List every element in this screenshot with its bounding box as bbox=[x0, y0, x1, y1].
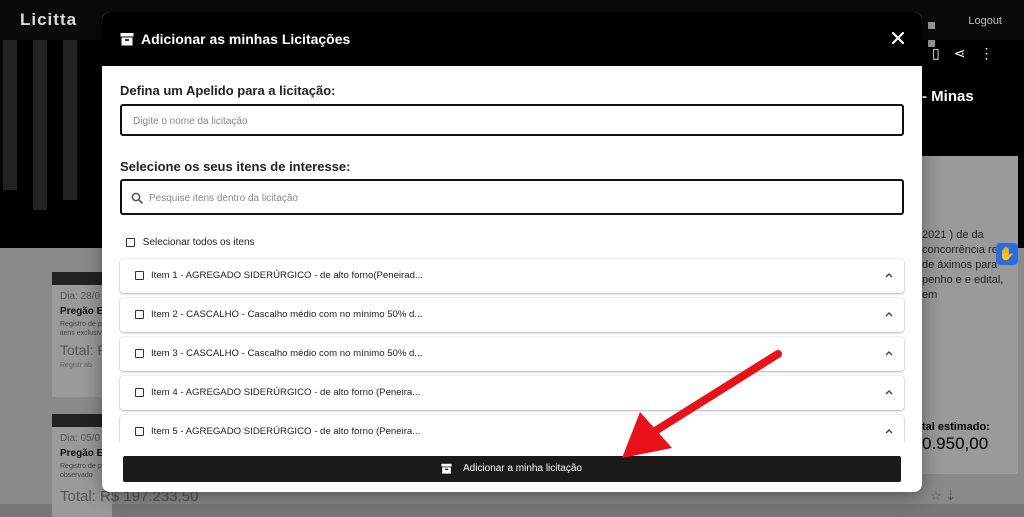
chevron-up-icon[interactable] bbox=[884, 349, 894, 357]
more-icon[interactable]: ⋮ bbox=[979, 45, 993, 61]
items-label: Selecione os seus itens de interesse: bbox=[120, 159, 351, 174]
item-checkbox[interactable] bbox=[135, 271, 144, 280]
detail-title-fragment: - Minas bbox=[922, 88, 974, 105]
item-label: Item 4 - AGREGADO SIDERÚRGICO - de alto … bbox=[151, 387, 421, 398]
list-item[interactable]: Item 1 - AGREGADO SIDERÚRGICO - de alto … bbox=[120, 259, 904, 293]
search-icon bbox=[131, 192, 143, 204]
detail-description-fragment: 2021 ) de da concorrência resas de áximo… bbox=[922, 229, 1015, 301]
nickname-field-wrapper bbox=[120, 104, 904, 136]
accessibility-icon[interactable]: ✋ bbox=[996, 243, 1018, 265]
close-icon[interactable] bbox=[888, 28, 908, 48]
red-arrow-annotation bbox=[622, 350, 782, 458]
estimated-total-label: tal estimado: bbox=[922, 421, 990, 433]
chevron-up-icon[interactable] bbox=[884, 271, 894, 279]
share-icon[interactable]: ⋖ bbox=[954, 45, 966, 61]
navbar-icons bbox=[928, 16, 962, 47]
item-checkbox[interactable] bbox=[135, 388, 144, 397]
decorative-pattern bbox=[3, 40, 77, 210]
select-all-checkbox[interactable] bbox=[126, 238, 135, 247]
item-label: Item 3 - CASCALHO - Cascalho médio com n… bbox=[151, 348, 423, 359]
bookmark-icon[interactable]: ▯ bbox=[932, 45, 940, 61]
select-all-row[interactable]: Selecionar todos os itens bbox=[126, 237, 255, 248]
grid-icon[interactable] bbox=[928, 22, 935, 29]
item-label: Item 5 - AGREGADO SIDERÚRGICO - de alto … bbox=[151, 426, 421, 437]
nickname-input[interactable] bbox=[131, 106, 875, 136]
star-icon[interactable]: ☆ ⇣ bbox=[930, 488, 956, 504]
app-logo[interactable]: Licitta bbox=[20, 10, 77, 30]
modal-title: Adicionar as minhas Licitações bbox=[141, 31, 351, 47]
chevron-up-icon[interactable] bbox=[884, 427, 894, 435]
add-to-my-bids-label: Adicionar a minha licitação bbox=[463, 463, 582, 474]
modal-header: Adicionar as minhas Licitações bbox=[102, 12, 922, 66]
detail-actions: ▯ ⋖ ⋮ bbox=[932, 45, 1007, 62]
item-search-wrapper bbox=[120, 179, 904, 215]
nickname-label: Defina um Apelido para a licitação: bbox=[120, 83, 336, 98]
estimated-total-value: 0.950,00 bbox=[922, 434, 989, 453]
item-label: Item 1 - AGREGADO SIDERÚRGICO - de alto … bbox=[151, 270, 423, 281]
item-checkbox[interactable] bbox=[135, 427, 144, 436]
logout-link[interactable]: Logout bbox=[968, 15, 1002, 27]
item-checkbox[interactable] bbox=[135, 310, 144, 319]
select-all-label: Selecionar todos os itens bbox=[142, 237, 255, 248]
archive-icon bbox=[441, 463, 452, 474]
item-checkbox[interactable] bbox=[135, 349, 144, 358]
item-label: Item 2 - CASCALHO - Cascalho médio com n… bbox=[151, 309, 423, 320]
chevron-up-icon[interactable] bbox=[884, 310, 894, 318]
list-item[interactable]: Item 2 - CASCALHO - Cascalho médio com n… bbox=[120, 298, 904, 332]
chevron-up-icon[interactable] bbox=[884, 388, 894, 396]
item-search-input[interactable] bbox=[147, 181, 891, 215]
archive-icon bbox=[120, 33, 134, 46]
